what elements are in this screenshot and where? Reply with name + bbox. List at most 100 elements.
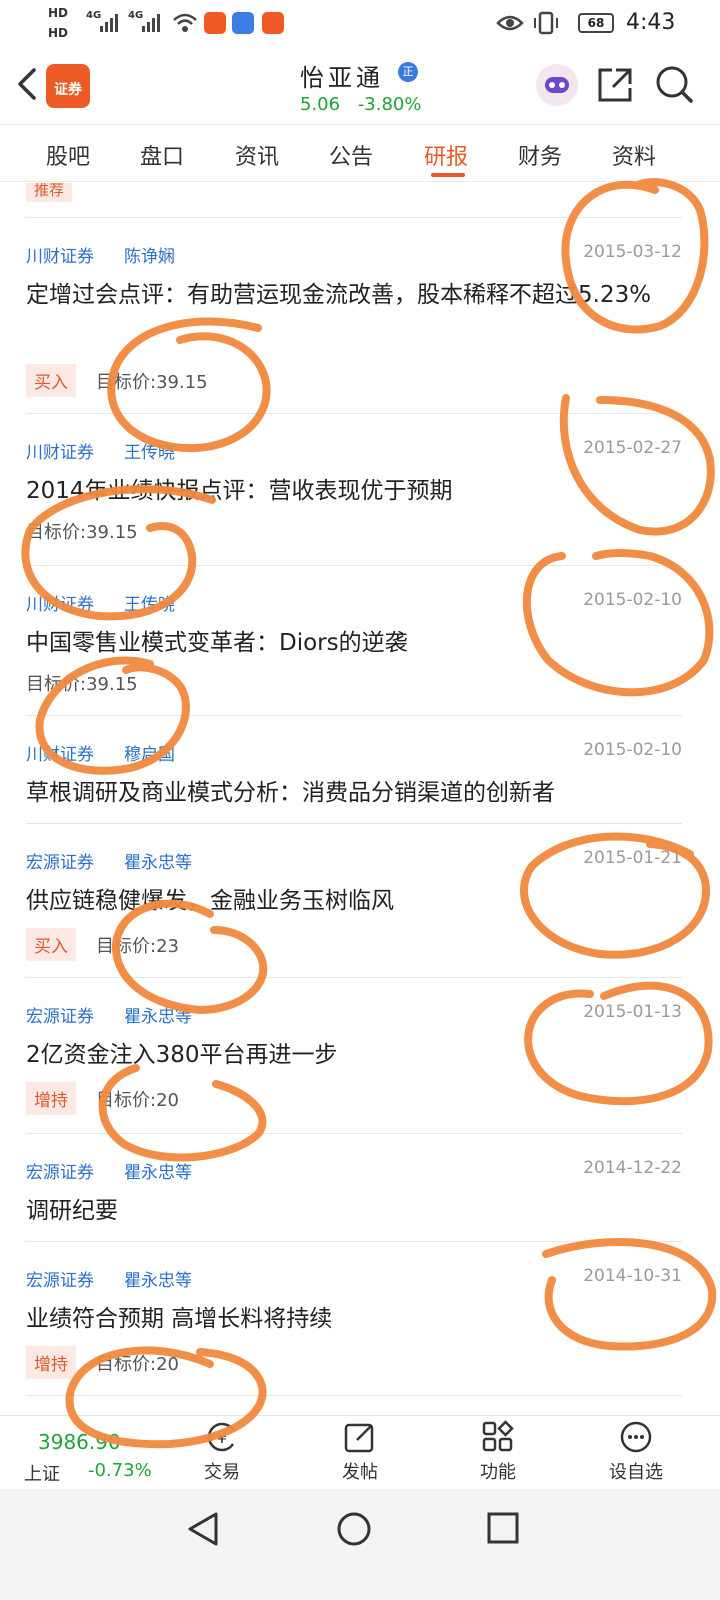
report-author[interactable]: 王传晓: [124, 438, 175, 463]
report-source[interactable]: 宏源证券: [26, 1266, 94, 1291]
report-title[interactable]: 供应链稳健爆发，金融业务玉树临风: [26, 882, 682, 920]
eye-icon: [496, 15, 524, 31]
report-title[interactable]: 定增过会点评：有助营运现金流改善，股本稀释不超过5.23%: [26, 276, 682, 314]
report-source[interactable]: 宏源证券: [26, 848, 94, 873]
rating-badge: 买入: [26, 364, 76, 397]
report-date: 2015-03-12: [583, 242, 682, 262]
svg-text:¥: ¥: [217, 1428, 227, 1447]
tab-profile[interactable]: 资料: [612, 139, 656, 171]
stock-change: -3.80%: [357, 94, 422, 115]
trade-button[interactable]: ¥ 交易: [172, 1420, 272, 1490]
report-author[interactable]: 瞿永忠等: [124, 1266, 192, 1291]
report-source[interactable]: 川财证券: [26, 590, 94, 615]
target-price: 目标价:20: [96, 1090, 179, 1111]
report-author[interactable]: 瞿永忠等: [124, 848, 192, 873]
report-item[interactable]: 宏源证券 瞿永忠等 2014-12-22 调研纪要: [26, 1133, 682, 1241]
report-title[interactable]: 2亿资金注入380平台再进一步: [26, 1036, 682, 1074]
nav-recents-icon[interactable]: [486, 1511, 520, 1545]
target-price: 目标价:39.15: [96, 372, 208, 393]
report-title[interactable]: 调研纪要: [26, 1192, 682, 1230]
active-tab-indicator: [431, 173, 465, 177]
target-price: 目标价:20: [96, 1354, 179, 1375]
post-label: 发帖: [342, 1462, 378, 1483]
yuan-icon: ¥: [207, 1422, 235, 1452]
wifi-icon: [173, 13, 197, 32]
list-divider: [26, 1395, 682, 1415]
report-date: 2015-01-21: [583, 848, 682, 868]
search-icon[interactable]: [654, 64, 694, 104]
report-item[interactable]: 川财证券 王传晓 2015-02-10 中国零售业模式变革者：Diors的逆袭 …: [26, 565, 682, 715]
report-title[interactable]: 业绩符合预期 高增长料将持续: [26, 1300, 682, 1338]
report-item[interactable]: 宏源证券 瞿永忠等 2015-01-21 供应链稳健爆发，金融业务玉树临风 买入…: [26, 823, 682, 977]
tab-research[interactable]: 研报: [424, 139, 468, 171]
share-icon[interactable]: [596, 66, 634, 104]
report-item[interactable]: 川财证券 穆启国 2015-02-10 草根调研及商业模式分析：消费品分销渠道的…: [26, 715, 682, 823]
report-author[interactable]: 穆启国: [124, 740, 175, 765]
report-date: 2015-02-10: [583, 590, 682, 610]
report-source[interactable]: 川财证券: [26, 740, 94, 765]
network-label-2: 4G: [128, 10, 144, 21]
tab-finance[interactable]: 财务: [518, 139, 562, 171]
report-author[interactable]: 王传晓: [124, 590, 175, 615]
functions-button[interactable]: 功能: [448, 1420, 548, 1490]
index-name: 上证: [24, 1464, 60, 1485]
stock-header: 证券 怡亚通 正 5.06 -3.80%: [0, 48, 720, 124]
report-item[interactable]: 川财证券 王传晓 2015-02-27 2014年业绩快报点评：营收表现优于预期…: [26, 413, 682, 565]
index-change: -0.73%: [88, 1460, 152, 1481]
report-author[interactable]: 瞿永忠等: [124, 1158, 192, 1183]
report-title[interactable]: 2014年业绩快报点评：营收表现优于预期: [26, 472, 682, 510]
signal-icon: [100, 14, 118, 32]
broker-logo[interactable]: 证券: [46, 64, 90, 108]
report-title[interactable]: 中国零售业模式变革者：Diors的逆袭: [26, 624, 682, 662]
bottom-toolbar: 3986.90 上证 -0.73% ¥ 交易 发帖 功能 设自选: [0, 1415, 720, 1489]
report-item[interactable]: 宏源证券 瞿永忠等 2015-01-13 2亿资金注入380平台再进一步 增持 …: [26, 977, 682, 1133]
grid-icon: [482, 1420, 514, 1452]
status-bar: HD HD 4G 4G 68 4:43: [0, 0, 720, 48]
tab-guba[interactable]: 股吧: [46, 139, 90, 171]
rating-badge: 增持: [26, 1082, 76, 1115]
notification-app-icon: [232, 12, 254, 34]
hd-label-1: HD: [48, 6, 69, 20]
notification-app-icon: [262, 12, 284, 34]
nav-back-icon[interactable]: [186, 1511, 220, 1547]
tab-news[interactable]: 资讯: [235, 139, 279, 171]
target-price: 目标价:39.15: [26, 674, 138, 695]
functions-label: 功能: [480, 1462, 516, 1483]
back-icon[interactable]: [14, 64, 42, 104]
network-label-1: 4G: [86, 10, 102, 21]
report-item[interactable]: 宏源证券 瞿永忠等 2014-10-31 业绩符合预期 高增长料将持续 增持 目…: [26, 1241, 682, 1395]
report-title[interactable]: 草根调研及商业模式分析：消费品分销渠道的创新者: [26, 774, 682, 812]
report-item[interactable]: 川财证券 陈诤娴 2015-03-12 定增过会点评：有助营运现金流改善，股本稀…: [26, 217, 682, 413]
battery-icon: 68: [578, 13, 614, 33]
stock-name: 怡亚通: [300, 64, 384, 92]
add-watchlist-button[interactable]: 设自选: [586, 1420, 686, 1490]
tab-pankou[interactable]: 盘口: [140, 139, 184, 171]
edit-icon: [344, 1423, 374, 1453]
post-button[interactable]: 发帖: [310, 1420, 410, 1490]
research-report-list[interactable]: 推荐 川财证券 陈诤娴 2015-03-12 定增过会点评：有助营运现金流改善，…: [0, 183, 720, 1415]
tab-announcements[interactable]: 公告: [329, 139, 373, 171]
target-price: 目标价:23: [96, 936, 179, 957]
stock-quote: 5.06 -3.80%: [300, 94, 422, 115]
report-author[interactable]: 陈诤娴: [124, 242, 175, 267]
report-date: 2015-02-27: [583, 438, 682, 458]
robot-assistant-icon[interactable]: [536, 64, 578, 106]
nav-home-icon[interactable]: [336, 1511, 372, 1547]
report-author[interactable]: 瞿永忠等: [124, 1002, 192, 1027]
hd-label-2: HD: [48, 26, 69, 40]
report-source[interactable]: 川财证券: [26, 438, 94, 463]
stock-price: 5.06: [300, 94, 341, 115]
report-source[interactable]: 宏源证券: [26, 1158, 94, 1183]
system-navigation-bar: [0, 1489, 720, 1600]
rating-badge: 增持: [26, 1346, 76, 1379]
add-watchlist-label: 设自选: [609, 1462, 663, 1483]
verified-badge: 正: [398, 62, 418, 82]
trade-label: 交易: [204, 1462, 240, 1483]
report-date: 2014-10-31: [583, 1266, 682, 1286]
more-icon: [620, 1421, 652, 1453]
notification-app-icon: [204, 12, 226, 34]
report-source[interactable]: 川财证券: [26, 242, 94, 267]
index-value: 3986.90: [38, 1430, 121, 1454]
target-price: 目标价:39.15: [26, 522, 138, 543]
report-source[interactable]: 宏源证券: [26, 1002, 94, 1027]
